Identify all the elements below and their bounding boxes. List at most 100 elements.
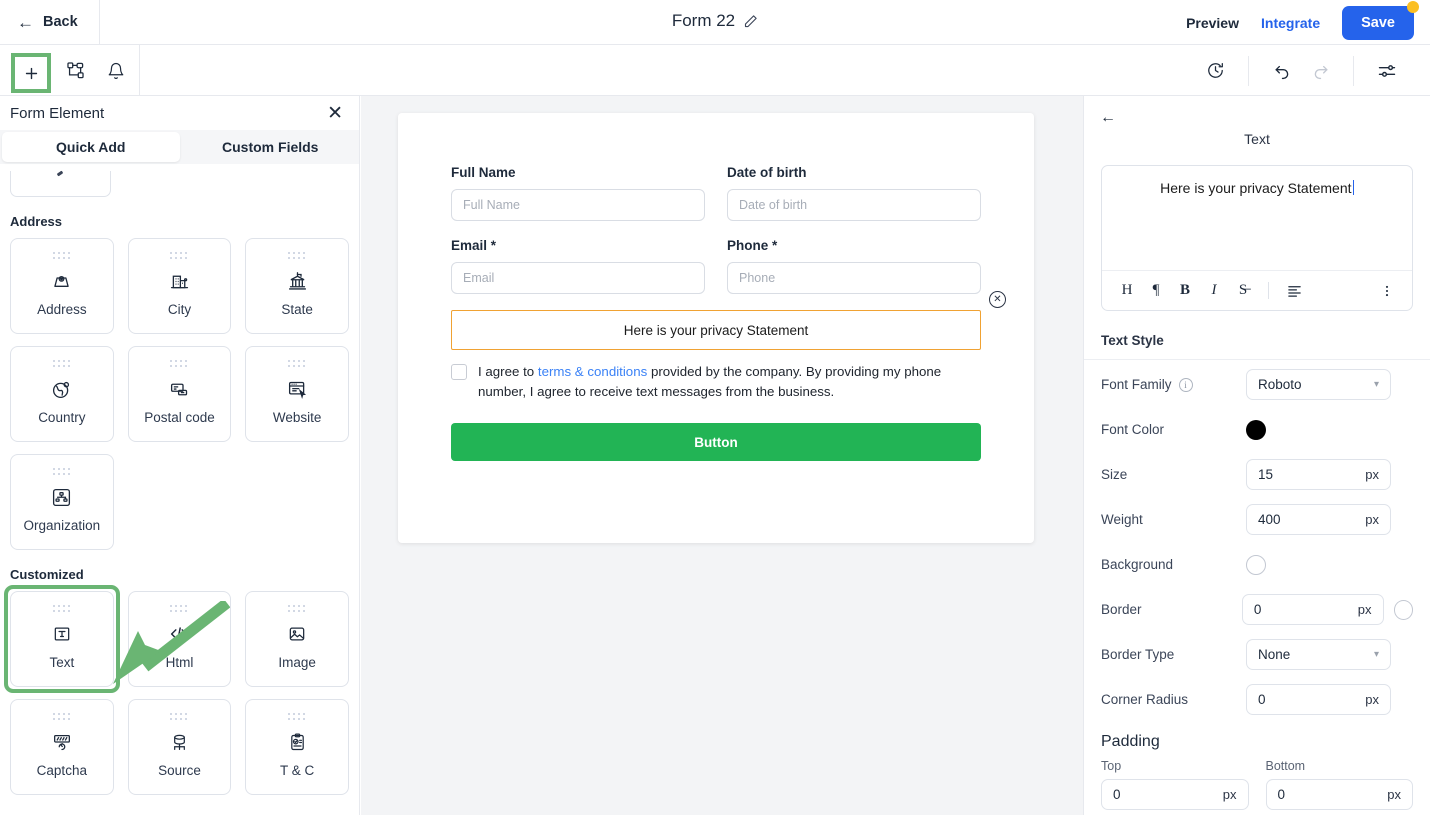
add-element-button[interactable] [11,53,51,93]
font-family-select[interactable]: Roboto ▾ [1246,369,1391,400]
weight-input[interactable]: 400 px [1246,504,1391,535]
source-database-icon [169,730,190,754]
tab-quick-add[interactable]: Quick Add [2,132,180,162]
preview-button[interactable]: Preview [1186,15,1239,31]
remove-circle-icon[interactable]: ✕ [989,291,1006,308]
element-card-source[interactable]: Source [127,699,232,795]
size-label: Size [1101,467,1128,482]
font-color-label: Font Color [1101,422,1165,437]
border-width-input[interactable]: 0 px [1241,594,1384,625]
rich-text-toolbar: H ¶ B I S̶ [1102,270,1412,310]
image-icon [287,622,307,646]
font-color-swatch[interactable] [1246,419,1266,440]
scrolled-card-sliver[interactable] [10,171,111,197]
group-label-customized: Customized [10,567,84,582]
border-type-select[interactable]: None ▾ [1246,639,1391,670]
element-card-captcha[interactable]: Captcha [10,699,114,795]
form-element-panel: Form Element ✕ Quick Add Custom Fields A… [0,96,360,815]
state-bank-icon [287,269,308,293]
rich-text-input[interactable]: Here is your privacy Statement [1102,166,1412,270]
panel-scroll-area[interactable]: Address Address City State Country Posta… [0,164,359,815]
padding-top-input[interactable]: 0 px [1101,779,1249,810]
more-vertical-icon[interactable] [1374,278,1400,304]
element-card-organization[interactable]: Organization [10,454,114,550]
selected-text-element[interactable]: Here is your privacy Statement ✕ [451,291,1006,350]
element-card-country[interactable]: Country [10,346,114,442]
form-preview-card: Full Name Date of birth Email * [398,113,1034,543]
element-card-state[interactable]: State [245,238,349,334]
email-input[interactable] [451,262,705,294]
size-input[interactable]: 15 px [1246,459,1391,490]
form-row-2: Email * Phone * [451,238,981,294]
drag-dots-icon [170,252,188,259]
drag-dots-icon [52,605,70,612]
row-size: Size 15 px [1084,454,1430,495]
field-full-name: Full Name [451,165,705,221]
full-name-input[interactable] [451,189,705,221]
element-card-address[interactable]: Address [10,238,114,334]
drag-dots-icon [288,605,306,612]
toolbar-left-group [0,45,133,96]
padding-bottom-col: Bottom 0 px [1265,759,1413,810]
element-card-label: T & C [280,763,315,778]
save-button[interactable]: Save [1342,0,1419,40]
background-color-swatch[interactable] [1246,554,1266,575]
consent-checkbox[interactable] [451,364,467,380]
paragraph-icon[interactable]: ¶ [1143,278,1169,304]
toolbar-right-group [1182,45,1420,96]
history-group [1182,56,1248,86]
heading-icon[interactable]: H [1114,278,1140,304]
element-card-label: Source [158,763,201,778]
element-card-label: Country [38,410,86,425]
element-card-image[interactable]: Image [245,591,349,687]
corner-radius-unit: px [1365,692,1379,707]
strikethrough-icon[interactable]: S̶ [1230,278,1256,304]
phone-input[interactable] [727,262,981,294]
form-canvas: Full Name Date of birth Email * [361,96,1083,815]
element-card-label: State [281,302,313,317]
back-arrow-icon[interactable]: ← [1100,110,1116,126]
drag-dots-icon [170,713,188,720]
element-card-text[interactable]: Text [10,591,114,687]
element-grid-address: Address City State Country Postal code W… [10,238,349,550]
element-card-label: Captcha [36,763,87,778]
font-family-value: Roboto [1258,377,1302,392]
info-icon[interactable]: i [1178,377,1193,392]
history-clock-icon[interactable] [1196,54,1234,88]
pencil-icon[interactable] [743,14,758,29]
close-icon[interactable]: ✕ [327,104,343,123]
italic-icon[interactable]: I [1201,278,1227,304]
row-label: Weight [1101,512,1246,527]
element-card-terms[interactable]: T & C [245,699,349,795]
submit-button[interactable]: Button [451,423,981,461]
bold-icon[interactable]: B [1172,278,1198,304]
padding-bottom-input[interactable]: 0 px [1265,779,1413,810]
tab-custom-fields[interactable]: Custom Fields [182,130,360,164]
redo-icon[interactable] [1301,54,1339,88]
element-card-wrap: State [245,238,349,334]
text-box-icon [52,622,72,646]
element-card-label: Website [272,410,322,425]
components-icon[interactable] [58,54,92,88]
terms-link[interactable]: terms & conditions [538,364,647,379]
undo-icon[interactable] [1263,54,1301,88]
element-card-website[interactable]: Website [245,346,349,442]
element-card-city[interactable]: City [127,238,232,334]
drag-dots-icon [52,252,70,259]
border-color-swatch[interactable] [1393,599,1414,620]
corner-radius-input[interactable]: 0 px [1246,684,1391,715]
align-left-icon[interactable] [1281,278,1307,304]
padding-bottom-label: Bottom [1265,759,1306,773]
consent-prefix: I agree to [478,364,538,379]
element-card-wrap: Country [10,346,114,442]
sliders-icon[interactable] [1368,54,1406,88]
row-label: Border [1101,602,1242,617]
form-builder-app: ← Back Form 22 Preview Integrate Save Fo… [0,0,1430,815]
bell-icon[interactable] [99,54,133,88]
element-card-postal-code[interactable]: Postal code [127,346,232,442]
drag-dots-icon [52,713,70,720]
integrate-button[interactable]: Integrate [1261,15,1320,31]
date-of-birth-input[interactable] [727,189,981,221]
element-card-html[interactable]: Html [127,591,232,687]
field-date-of-birth: Date of birth [727,165,981,221]
